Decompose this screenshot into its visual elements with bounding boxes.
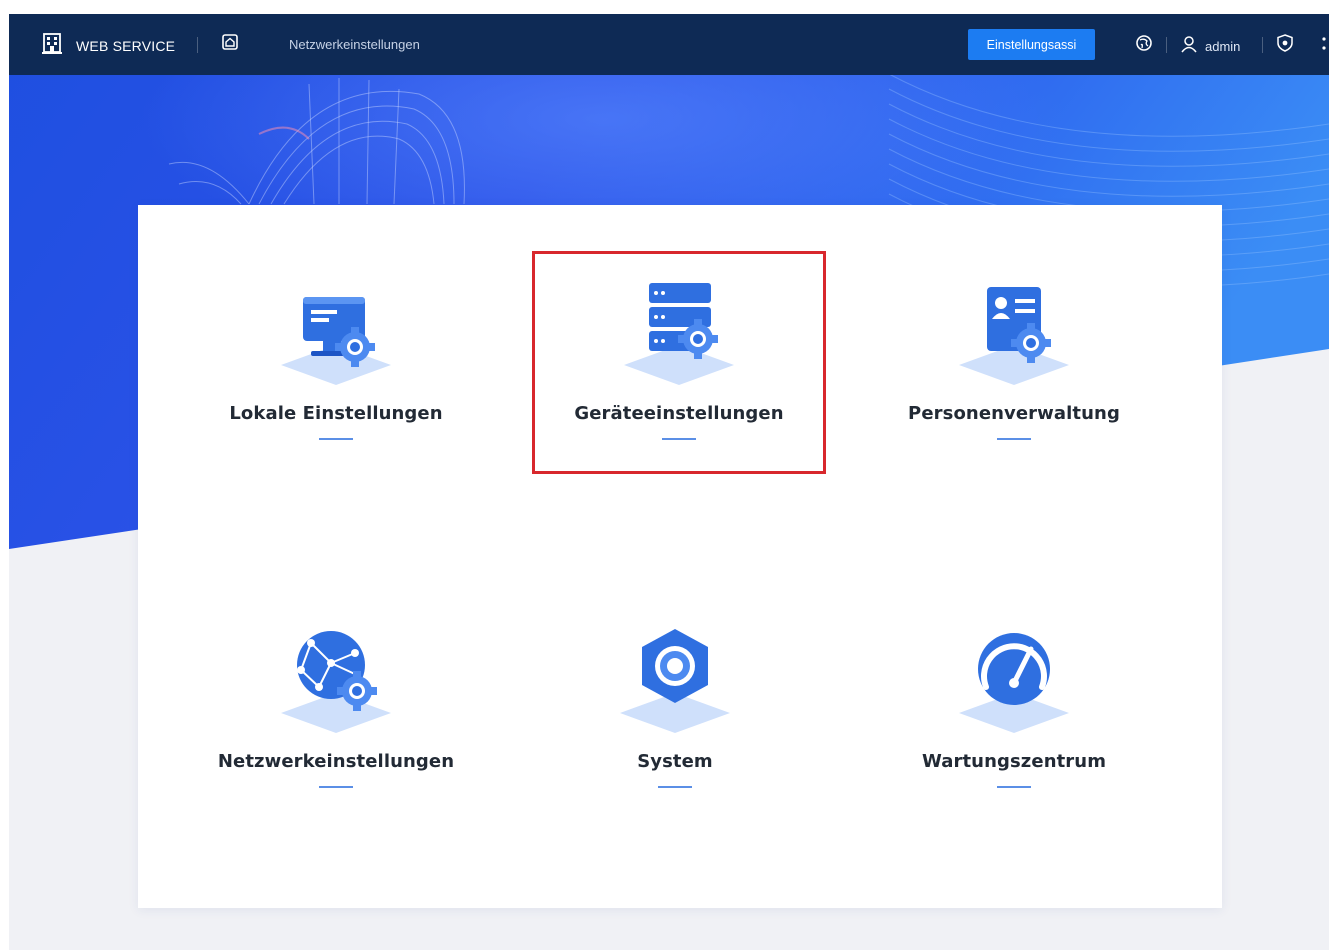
server-gear-icon	[614, 277, 744, 387]
separator	[1166, 37, 1167, 53]
tile-local-settings[interactable]: Lokale Einstellungen	[188, 255, 484, 480]
separator	[1262, 37, 1263, 53]
home-icon[interactable]	[221, 33, 239, 56]
tile-underline	[662, 438, 696, 440]
user-icon	[1181, 35, 1197, 58]
id-card-gear-icon	[949, 277, 1079, 387]
speedometer-icon	[949, 625, 1079, 735]
tile-label: Lokale Einstellungen	[229, 403, 443, 424]
tile-underline	[658, 786, 692, 788]
brand-name: WEB SERVICE	[76, 37, 176, 54]
tile-system[interactable]: System	[527, 603, 823, 828]
monitor-gear-icon	[271, 277, 401, 387]
brand[interactable]: WEB SERVICE	[42, 32, 175, 59]
tile-label: Netzwerkeinstellungen	[217, 751, 455, 772]
building-icon	[42, 32, 62, 59]
app-window: WEB SERVICE Netzwerkeinstellungen Einste…	[9, 14, 1329, 950]
tile-label: System	[637, 751, 713, 772]
settings-menu-card: Lokale Einstellungen Geräteeinstellungen…	[138, 205, 1222, 908]
top-navigation-bar: WEB SERVICE Netzwerkeinstellungen Einste…	[9, 14, 1329, 75]
shield-icon[interactable]	[1277, 34, 1293, 57]
globe-gear-icon	[271, 625, 401, 735]
setup-assistant-button[interactable]: Einstellungsassi	[968, 29, 1095, 60]
tile-label: Wartungszentrum	[921, 751, 1107, 772]
tile-underline	[319, 786, 353, 788]
tile-maintenance-center[interactable]: Wartungszentrum	[866, 603, 1162, 828]
username: admin	[1205, 39, 1241, 54]
tile-underline	[997, 438, 1031, 440]
tile-device-settings[interactable]: Geräteeinstellungen	[532, 251, 826, 474]
more-icon[interactable]	[1321, 36, 1327, 57]
tile-person-management[interactable]: Personenverwaltung	[866, 255, 1162, 480]
user-menu[interactable]: admin	[1181, 35, 1240, 58]
tile-label: Personenverwaltung	[908, 403, 1120, 424]
tile-label: Geräteeinstellungen	[574, 403, 784, 424]
tile-underline	[319, 438, 353, 440]
globe-icon[interactable]	[1135, 34, 1153, 57]
breadcrumb[interactable]: Netzwerkeinstellungen	[289, 37, 420, 52]
tile-underline	[997, 786, 1031, 788]
tile-network-settings[interactable]: Netzwerkeinstellungen	[188, 603, 484, 828]
hexagon-gear-icon	[610, 625, 740, 735]
separator	[197, 37, 198, 53]
